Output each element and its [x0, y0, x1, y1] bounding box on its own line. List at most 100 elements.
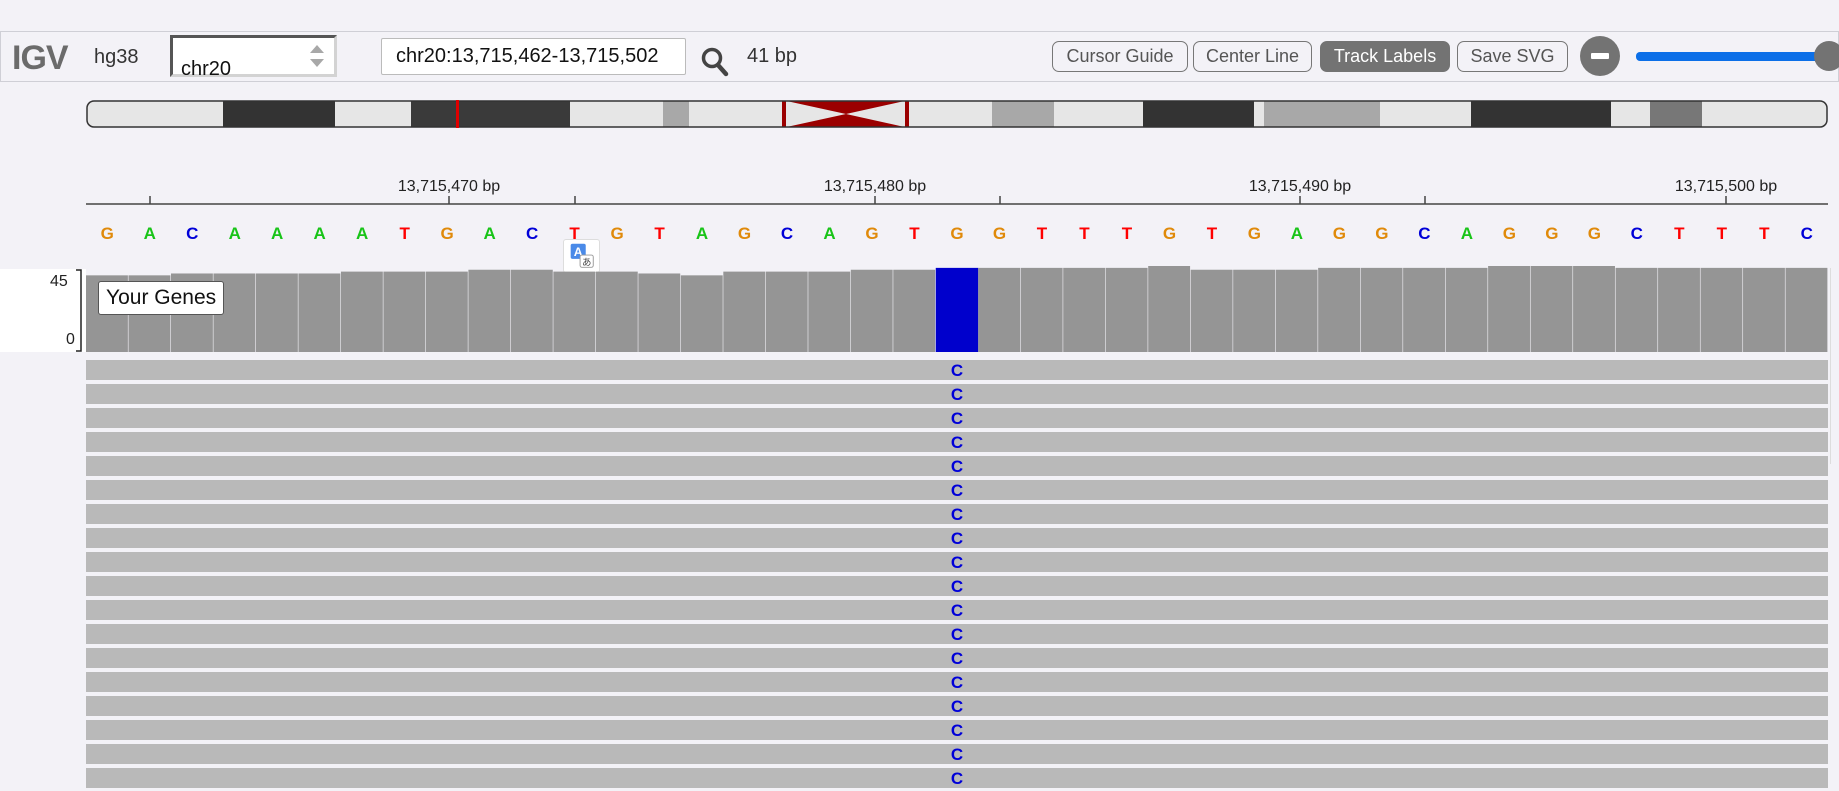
coverage-bar: [255, 273, 298, 352]
read-mismatch-base: C: [951, 553, 963, 572]
sequence-base: G: [865, 224, 879, 243]
sequence-base: A: [823, 224, 836, 243]
sequence-base: G: [950, 224, 964, 243]
sequence-base: A: [228, 224, 241, 243]
coverage-bar: [510, 269, 553, 352]
ruler-track[interactable]: [86, 175, 1828, 215]
sequence-base: G: [1587, 224, 1601, 243]
coverage-bar: [1148, 266, 1191, 352]
coverage-bar: [1530, 266, 1573, 352]
coverage-bar: [765, 271, 808, 352]
zoom-out-icon[interactable]: [1580, 36, 1620, 76]
alignment-track[interactable]: CCCCCCCCCCCCCCCCCCC: [86, 360, 1828, 791]
cursor-guide-button[interactable]: Cursor Guide: [1052, 41, 1188, 72]
read-mismatch-base: C: [951, 481, 963, 500]
coverage-bar: [383, 271, 426, 352]
coverage-bar: [1020, 267, 1063, 352]
sequence-base: T: [1036, 224, 1048, 243]
coverage-bar: [850, 269, 893, 352]
sequence-base: G: [440, 224, 454, 243]
sequence-base: T: [1206, 224, 1218, 243]
coverage-bar: [595, 271, 638, 352]
ruler-tick-label: 13,715,470 bp: [397, 178, 501, 195]
sequence-base: G: [610, 224, 624, 243]
read-mismatch-base: C: [951, 457, 963, 476]
sequence-base: G: [1545, 224, 1559, 243]
center-line-button[interactable]: Center Line: [1193, 41, 1312, 72]
coverage-bar: [978, 267, 1021, 352]
track-labels-button[interactable]: Track Labels: [1320, 41, 1450, 72]
read-mismatch-base: C: [951, 769, 963, 788]
chromosome-ideogram[interactable]: [86, 100, 1828, 128]
read-mismatch-base: C: [951, 721, 963, 740]
sequence-base: T: [654, 224, 665, 243]
read-mismatch-base: C: [951, 409, 963, 428]
read-mismatch-base: C: [951, 601, 963, 620]
coverage-bar: [638, 273, 681, 352]
read-mismatch-base: C: [951, 625, 963, 644]
coverage-bar: [1063, 267, 1106, 352]
chromosome-select[interactable]: chr20: [170, 35, 337, 80]
coverage-bar: [1403, 267, 1446, 352]
coverage-scale-min: 0: [66, 331, 75, 348]
sequence-base: G: [1247, 224, 1262, 243]
coverage-bar: [1658, 267, 1700, 352]
coverage-track[interactable]: [86, 266, 1828, 352]
sequence-base: C: [780, 224, 794, 243]
coverage-bar: [425, 271, 468, 352]
sequence-base: C: [1630, 224, 1643, 243]
sequence-base: C: [1418, 224, 1431, 243]
ruler-tick-label: 13,715,480 bp: [823, 178, 927, 195]
search-icon[interactable]: [700, 46, 730, 78]
coverage-bar: [808, 271, 851, 352]
read-mismatch-base: C: [951, 529, 963, 548]
sequence-base: T: [1674, 224, 1685, 243]
sequence-base: A: [695, 224, 709, 243]
zoom-slider-track[interactable]: [1636, 52, 1839, 61]
sequence-base: A: [1290, 224, 1304, 243]
coverage-bar: [1785, 267, 1828, 352]
window-width-label: 41 bp: [747, 45, 798, 67]
read-mismatch-base: C: [951, 745, 963, 764]
coverage-axis: [76, 269, 82, 352]
ruler-tick-label: 13,715,500 bp: [1674, 178, 1778, 195]
sequence-base: G: [1332, 224, 1346, 243]
coverage-bar: [1700, 267, 1743, 352]
locus-search-input[interactable]: [381, 38, 686, 75]
coverage-bar: [553, 271, 596, 352]
save-svg-button[interactable]: Save SVG: [1457, 41, 1568, 72]
read-mismatch-base: C: [951, 673, 963, 692]
track-scrollbar[interactable]: [1830, 268, 1839, 464]
coverage-bar: [340, 271, 383, 352]
sequence-base: G: [1502, 224, 1516, 243]
sequence-base: T: [1716, 224, 1727, 243]
zoom-slider-handle[interactable]: [1814, 41, 1839, 71]
coverage-bar: [1488, 266, 1530, 352]
sequence-base: G: [992, 224, 1007, 243]
coverage-bar: [1615, 267, 1658, 352]
coverage-bar: [1743, 267, 1785, 352]
genome-label[interactable]: hg38: [94, 46, 139, 69]
read-mismatch-base: C: [951, 649, 963, 668]
read-mismatch-base: C: [951, 697, 963, 716]
sequence-base: C: [525, 224, 539, 243]
read-mismatch-base: C: [951, 433, 963, 452]
sequence-base: A: [483, 224, 496, 243]
coverage-bar: [1190, 269, 1233, 352]
coverage-bar: [468, 269, 511, 352]
coverage-bar: [1275, 269, 1318, 352]
sequence-base: G: [737, 224, 752, 243]
coverage-variant-bar: [935, 267, 979, 352]
sequence-base: T: [1759, 224, 1770, 243]
track-name-label[interactable]: Your Genes: [98, 281, 225, 315]
sequence-base: A: [313, 224, 326, 243]
coverage-bar: [893, 269, 936, 352]
coverage-bar: [1105, 267, 1148, 352]
minus-icon: [1591, 53, 1609, 59]
sequence-base: T: [1079, 224, 1090, 243]
sequence-base: A: [271, 224, 284, 243]
coverage-bar: [1360, 267, 1403, 352]
sequence-base: G: [100, 224, 114, 243]
coverage-scale-max: 45: [50, 273, 68, 290]
coverage-bar: [1318, 267, 1361, 352]
